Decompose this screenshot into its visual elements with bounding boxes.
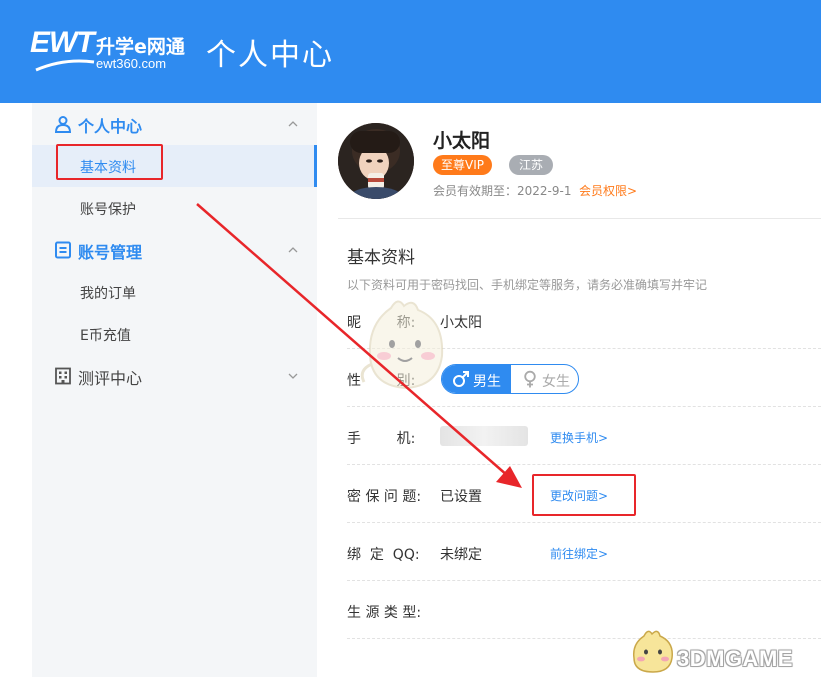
sidebar: 个人中心 基本资料 账号保护 账号管理 我的订单 E币充值 测评中心: [32, 103, 317, 677]
user-name: 小太阳: [433, 130, 491, 152]
province-badge: 江苏: [509, 155, 554, 175]
sidebar-group-label: 测评中心: [78, 369, 143, 388]
sidebar-item-label: 账号保护: [80, 202, 136, 218]
logo-brand: EWT: [30, 26, 95, 59]
row-divider: [347, 580, 821, 581]
gender-toggle: 男生 女生: [441, 364, 579, 394]
sidebar-item-label: E币充值: [80, 328, 131, 344]
student-source-type-label: 生 源 类 型:: [347, 605, 422, 621]
row-divider: [347, 638, 821, 639]
avatar[interactable]: [338, 123, 414, 199]
phone-label: 手 机:: [347, 431, 416, 447]
row-divider: [347, 522, 821, 523]
page-title: 个人中心: [206, 38, 334, 73]
sidebar-group-account-management[interactable]: 账号管理: [32, 229, 317, 271]
gender-male-label: 男生: [473, 374, 501, 390]
bind-qq-link[interactable]: 前往绑定>: [550, 545, 608, 562]
sidebar-item-e-coin-recharge[interactable]: E币充值: [32, 313, 317, 355]
member-rights-link[interactable]: 会员权限>: [579, 182, 637, 199]
sidebar-item-account-protection[interactable]: 账号保护: [32, 187, 317, 229]
membership-expire-text: 会员有效期至：2022-9-1: [433, 184, 572, 198]
ewt-logo[interactable]: EWT 升学e网通 ewt360.com: [30, 26, 200, 76]
annotation-box-basic-info: [56, 144, 163, 180]
qq-value: 未绑定: [440, 547, 482, 563]
row-divider: [347, 406, 821, 407]
sidebar-group-personal-center[interactable]: 个人中心: [32, 103, 317, 145]
logo-cn-text: 升学e网通: [96, 36, 185, 58]
logo-url-text: ewt360.com: [96, 56, 167, 71]
annotation-box-change-question: [532, 474, 636, 516]
chevron-down-icon: [288, 373, 298, 379]
section-title: 基本资料: [347, 248, 415, 268]
user-icon: [54, 116, 72, 133]
3dmgame-mascot-icon: [632, 630, 673, 673]
gender-female-option[interactable]: 女生: [511, 365, 578, 393]
mascot-watermark-icon: [360, 300, 444, 390]
female-icon: [524, 370, 536, 388]
vip-badge: 至尊VIP: [433, 155, 492, 175]
section-description: 以下资料可用于密码找回、手机绑定等服务，请务必准确填写并牢记: [347, 278, 708, 292]
building-icon: [55, 367, 71, 385]
phone-number-masked: [440, 426, 528, 446]
gender-female-label: 女生: [542, 374, 570, 390]
sidebar-group-evaluation-center[interactable]: 测评中心: [32, 355, 317, 397]
chevron-up-icon: [288, 247, 298, 253]
change-phone-link[interactable]: 更换手机>: [550, 429, 608, 446]
avatar-photo: [338, 123, 414, 199]
sidebar-group-label: 个人中心: [78, 117, 143, 136]
row-divider: [347, 464, 821, 465]
logo-swoosh-icon: [35, 59, 95, 72]
qq-label: 绑 定 QQ:: [347, 547, 420, 563]
security-question-label: 密 保 问 题:: [347, 489, 422, 505]
profile-divider: [338, 218, 821, 219]
account-icon: [55, 241, 71, 259]
sidebar-group-label: 账号管理: [78, 243, 143, 262]
header-bar: EWT 升学e网通 ewt360.com 个人中心: [0, 0, 821, 103]
sidebar-item-my-orders[interactable]: 我的订单: [32, 271, 317, 313]
sidebar-item-label: 我的订单: [80, 286, 136, 302]
security-question-value: 已设置: [440, 489, 482, 505]
chevron-up-icon: [288, 121, 298, 127]
watermark-3dmgame: 3DMGAME: [677, 646, 793, 671]
